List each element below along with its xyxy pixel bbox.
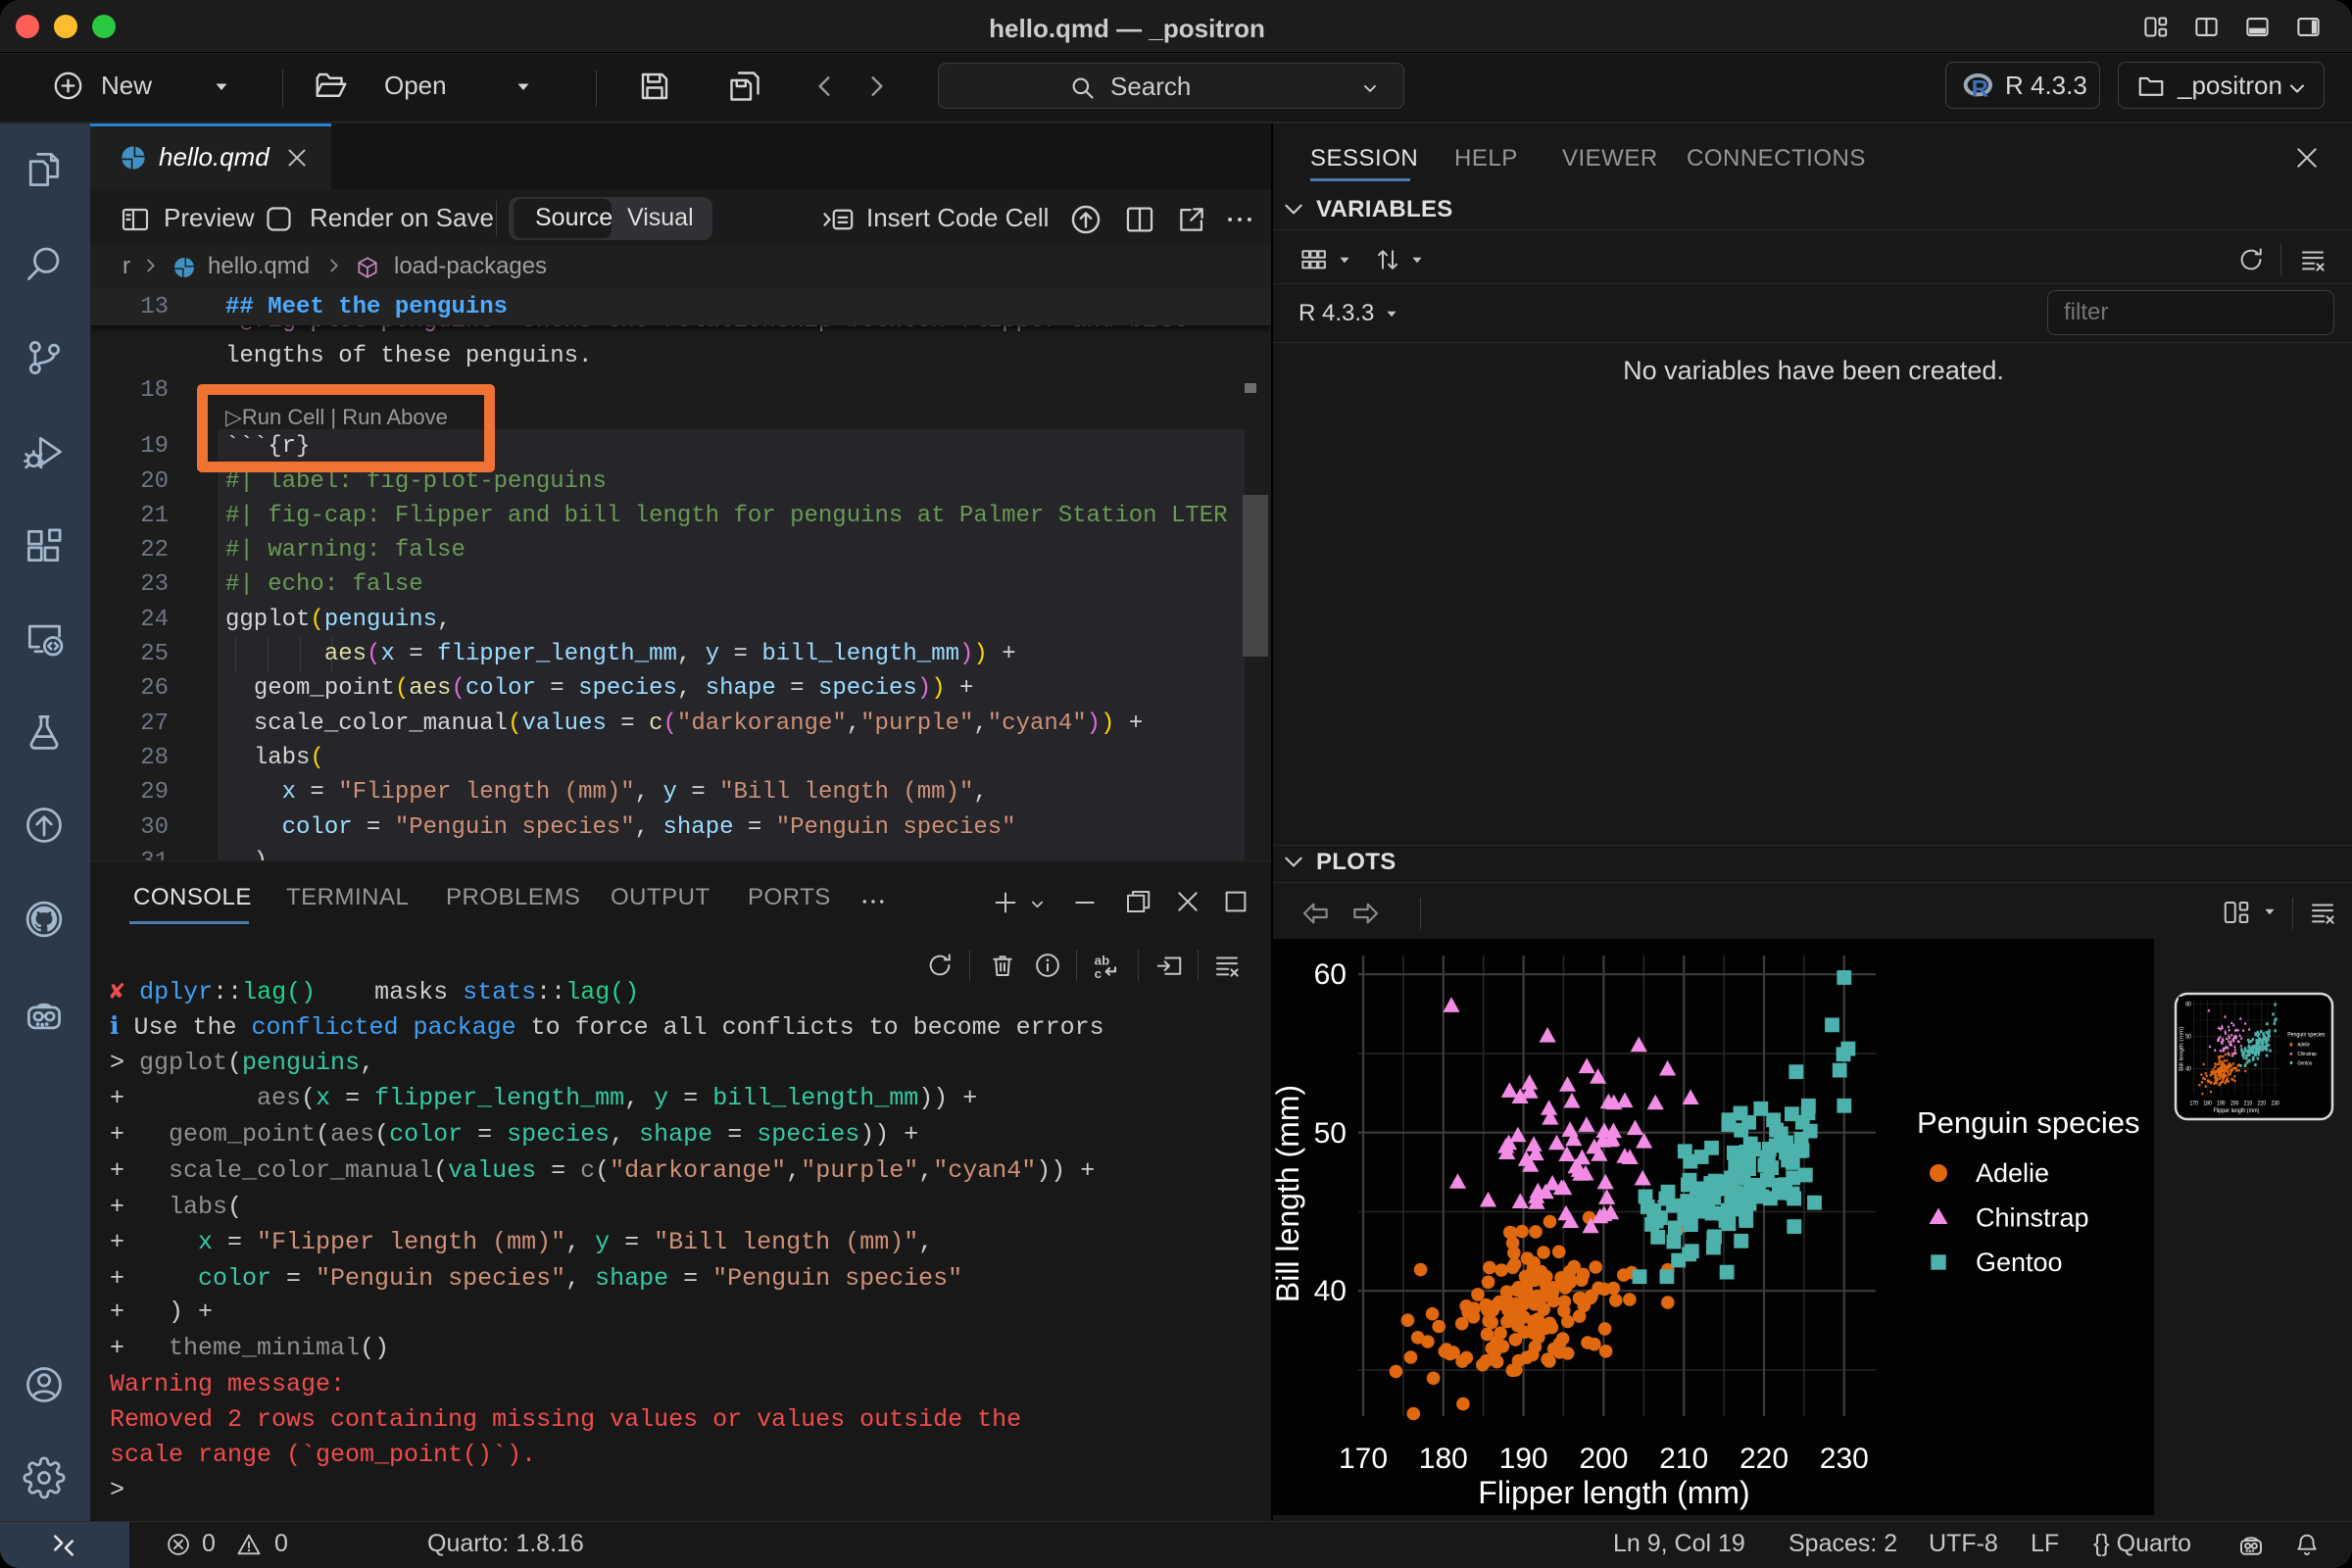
svg-text:c: c xyxy=(1095,966,1102,981)
svg-text:190: 190 xyxy=(1499,1443,1548,1475)
svg-text:220: 220 xyxy=(1740,1443,1788,1475)
svg-text:50: 50 xyxy=(1314,1117,1347,1150)
svg-text:Chinstrap: Chinstrap xyxy=(1976,1203,2089,1233)
svg-text:230: 230 xyxy=(1820,1443,1869,1475)
svg-text:Bill length (mm): Bill length (mm) xyxy=(1272,1085,1305,1302)
svg-text:180: 180 xyxy=(1419,1443,1468,1475)
svg-text:210: 210 xyxy=(1659,1443,1708,1475)
svg-text:Adelie: Adelie xyxy=(1976,1158,2049,1188)
svg-text:200: 200 xyxy=(1579,1443,1628,1475)
svg-text:60: 60 xyxy=(1314,958,1347,991)
svg-text:R: R xyxy=(1972,76,1988,102)
svg-text:40: 40 xyxy=(1314,1275,1347,1307)
svg-text:170: 170 xyxy=(1339,1443,1388,1475)
svg-text:Penguin species: Penguin species xyxy=(1917,1105,2140,1140)
svg-text:Gentoo: Gentoo xyxy=(1976,1248,2063,1277)
svg-text:Flipper length (mm): Flipper length (mm) xyxy=(1478,1475,1749,1510)
